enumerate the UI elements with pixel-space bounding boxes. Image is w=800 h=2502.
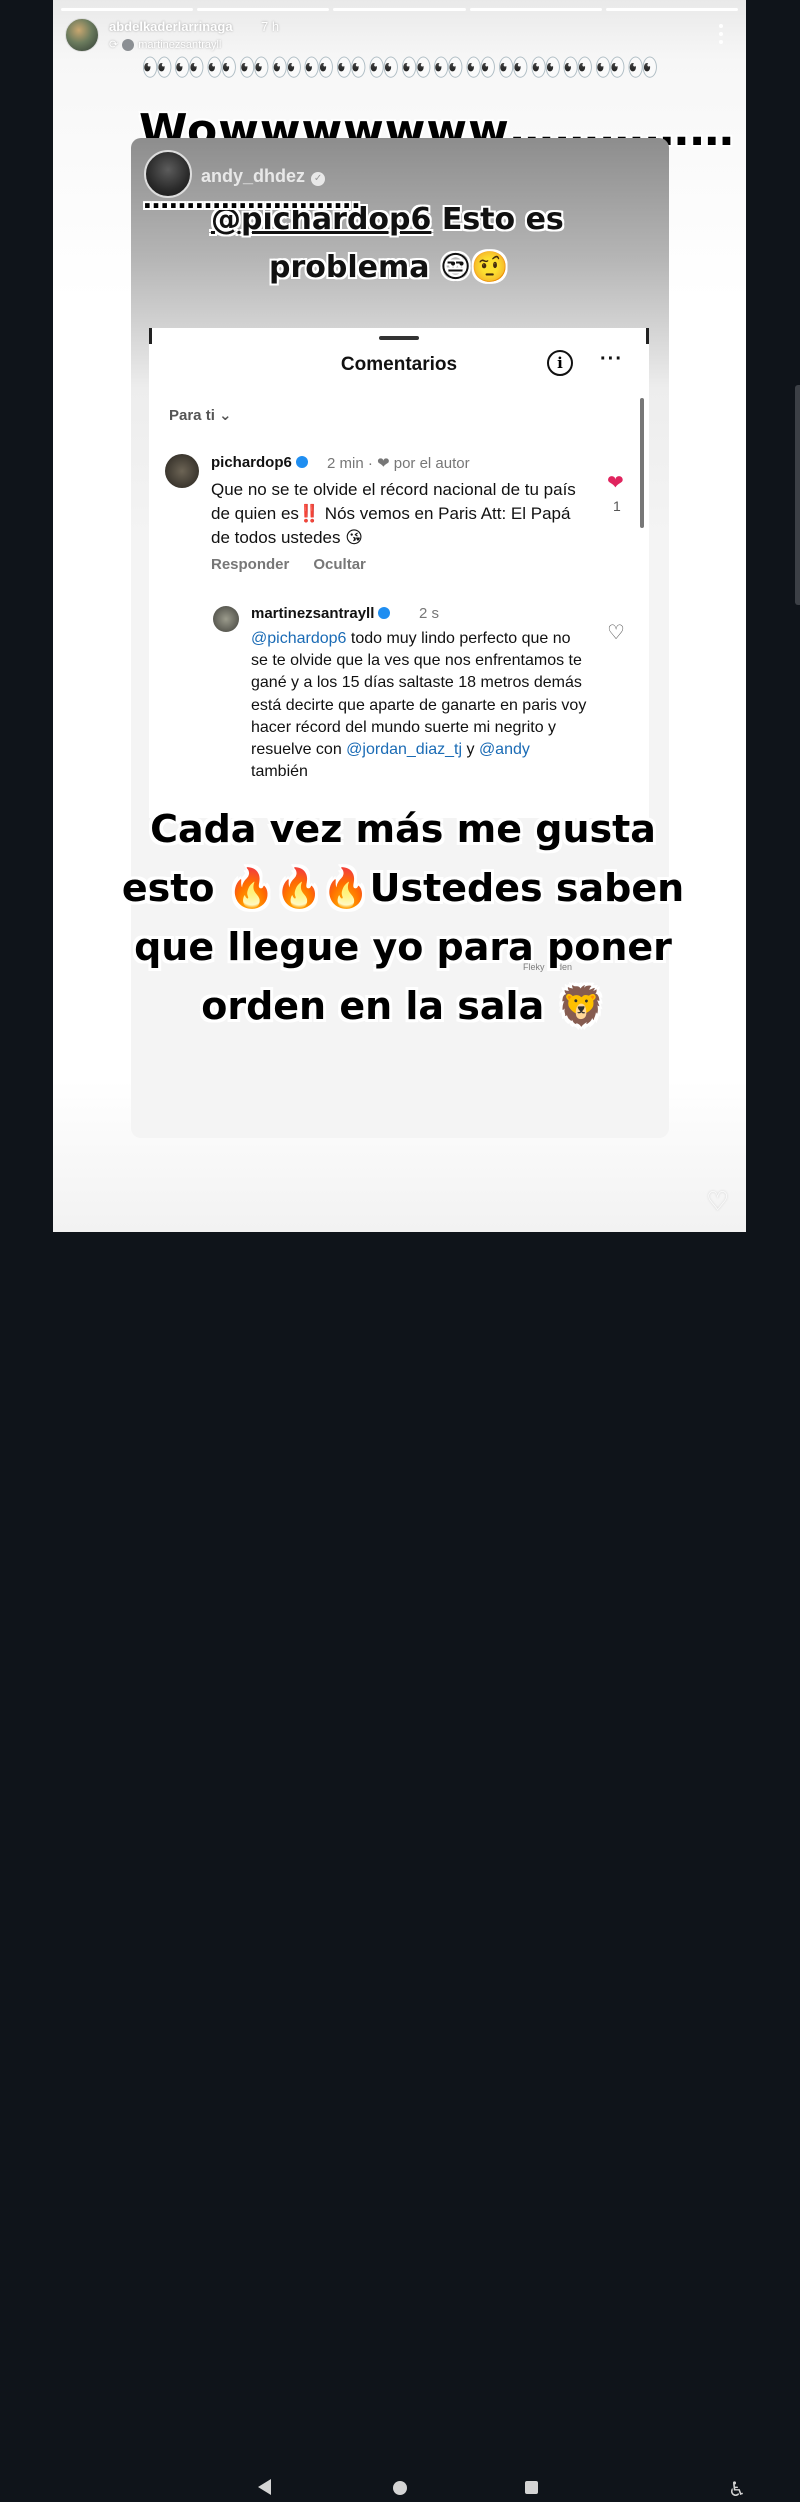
reshare-icon: ⟳ (109, 39, 119, 51)
comment-text: Que no se te olvide el récord nacional d… (211, 480, 576, 547)
verified-icon: ✓ (311, 172, 326, 186)
system-navigation-bar: ♿︎ (0, 1232, 800, 2501)
comment-meta: 2 min · ❤ por el autor (327, 455, 470, 472)
comment-username: pichardop6 (211, 454, 308, 471)
home-circle-icon[interactable] (393, 2481, 407, 2495)
reply-meta: 2 s (419, 605, 440, 622)
story-viewer[interactable]: abdelkaderlarrinaga 7 h ⟳ martinezsantra… (53, 0, 746, 1232)
accessibility-icon[interactable]: ♿︎ (728, 2477, 746, 2502)
progress-segment (605, 8, 739, 11)
reply-avatar (213, 606, 239, 632)
story-header: abdelkaderlarrinaga 7 h ⟳ martinezsantra… (65, 16, 738, 56)
back-triangle-icon[interactable] (258, 2479, 271, 2495)
reply-text: @pichardop6 todo muy lindo perfecto que … (251, 630, 587, 781)
verified-icon (378, 607, 391, 619)
filter-label: Para ti ⌄ (169, 407, 232, 424)
story-big-text: Cada vez más me gusta esto 🔥🔥🔥Ustedes sa… (121, 807, 685, 1028)
heart-outline-icon: ♡ (607, 622, 625, 644)
comments-title: Comentarios (340, 354, 458, 375)
edge-panel-handle[interactable] (795, 385, 800, 605)
comment-actions: Responder Ocultar (211, 556, 366, 573)
progress-segment (333, 8, 466, 11)
heart-outline-icon[interactable]: ♡ (706, 1186, 729, 1217)
more-vertical-icon[interactable] (718, 24, 724, 44)
comments-screenshot: Comentarios i ··· Para ti ⌄ pichardop6 2… (149, 328, 649, 818)
comment-avatar (165, 454, 199, 488)
progress-segment (469, 8, 602, 11)
more-horizontal-icon: ··· (600, 348, 623, 370)
story-time: 7 h (261, 19, 280, 34)
repost-username: andy_dhdez ✓ (201, 166, 326, 187)
reply-username: martinezsantrayll (251, 605, 391, 622)
shared-from[interactable]: ⟳ martinezsantrayll (109, 38, 221, 51)
recents-square-icon[interactable] (525, 2481, 538, 2494)
progress-segment (61, 8, 194, 11)
scrollbar (640, 398, 644, 528)
repost-caption-line2: problema 😒🤨 (269, 250, 509, 285)
drag-handle (379, 336, 419, 340)
heart-filled-icon: ❤ (607, 472, 624, 494)
like-count: 1 (613, 498, 621, 514)
wow-dots: ……………………. (143, 185, 361, 215)
chevron-down-icon: ⌄ (219, 407, 232, 424)
progress-segment (197, 8, 330, 11)
info-icon: i (547, 350, 573, 376)
story-username[interactable]: abdelkaderlarrinaga (109, 19, 233, 34)
eyes-emoji-row: 👀👀👀👀👀👀👀👀👀👀👀👀👀👀👀👀 (141, 52, 659, 82)
verified-icon (295, 456, 308, 468)
shared-avatar (122, 38, 135, 51)
shared-username: martinezsantrayll (138, 38, 222, 51)
avatar[interactable] (65, 18, 99, 52)
story-progress-bar (61, 8, 739, 11)
